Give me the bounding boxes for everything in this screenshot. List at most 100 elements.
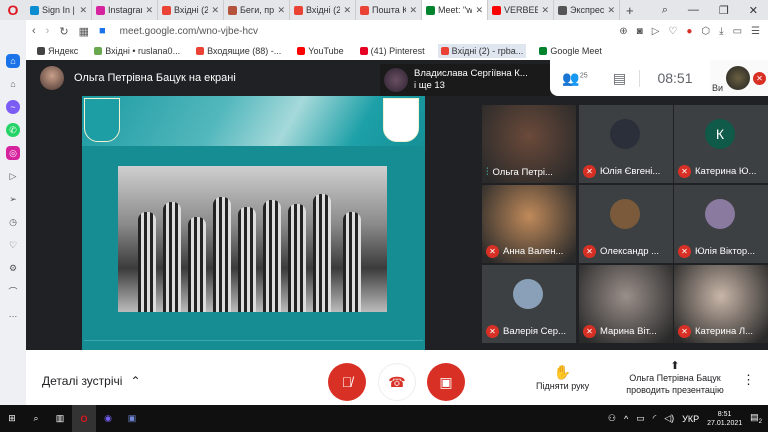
self-view[interactable]: Ви ✕ (710, 60, 768, 96)
browser-tab[interactable]: VERBEE ✕ (488, 0, 554, 20)
browser-tab[interactable]: Meet: "w ✕ (422, 0, 488, 20)
mic-off-icon: ✕ (753, 71, 767, 85)
tray-expand-icon[interactable]: ^ (624, 414, 628, 424)
close-button[interactable]: ✕ (749, 4, 758, 17)
pinned-participant[interactable]: Владислава Сергіївна К... і ще 13 (380, 64, 550, 96)
bookmark-item[interactable]: Google Meet (536, 44, 605, 58)
back-icon[interactable]: ‹ (32, 25, 36, 37)
download-icon[interactable]: ⤓ (719, 26, 723, 37)
browser-tab[interactable]: Пошта К ✕ (356, 0, 422, 20)
pinned-more: і ще 13 (414, 80, 445, 91)
browser-tab[interactable]: Экспрес ✕ (554, 0, 620, 20)
chat-button[interactable]: ▤ (600, 69, 640, 87)
participant-avatar: К (705, 119, 735, 149)
participant-tile[interactable]: ✕ Анна Вален... (482, 185, 576, 263)
reload-icon[interactable]: ↻ (59, 25, 68, 38)
extensions-icon[interactable]: ⬡ (701, 26, 710, 37)
participant-tile[interactable]: ✕ Валерія Сер... (482, 265, 576, 343)
clock[interactable]: 8:51 27.01.2021 (707, 410, 742, 428)
participant-name: Юлія Віктор... (695, 246, 756, 257)
bookmark-item[interactable]: Вхідні (2) - rpba... (437, 44, 527, 58)
clock-time: 8:51 (717, 410, 732, 418)
minimize-button[interactable]: — (688, 4, 699, 17)
messenger-icon[interactable]: ~ (6, 100, 20, 114)
maximize-button[interactable]: ❐ (719, 4, 729, 17)
zoom-icon[interactable]: ⊕ (619, 26, 627, 37)
tab-close-icon[interactable]: ✕ (409, 5, 417, 16)
volume-icon[interactable]: ◁) (664, 413, 674, 424)
tab-close-icon[interactable]: ✕ (277, 5, 285, 16)
browser-tab[interactable]: Sign In | ✕ (26, 0, 92, 20)
hang-up-button[interactable]: ☎ (378, 363, 416, 401)
search-icon[interactable]: ⌕ (662, 4, 668, 17)
browser-tab[interactable]: Вхідні (2 ✕ (290, 0, 356, 20)
tab-close-icon[interactable]: ✕ (541, 5, 549, 16)
browser-tab[interactable]: Беги, пр ✕ (224, 0, 290, 20)
participant-tile[interactable]: ✕ Марина Віт... (579, 265, 673, 343)
instagram-icon[interactable]: ◎ (6, 146, 20, 160)
more-options-button[interactable]: ⋮ (742, 372, 755, 388)
discord-taskbar-icon[interactable]: ▣ (120, 405, 144, 432)
bookmark-item[interactable]: Входящие (88) -... (193, 44, 284, 58)
participant-tile[interactable]: ⫶ Ольга Петрі... (482, 105, 576, 183)
notifications-icon[interactable]: ▤2 (750, 412, 762, 425)
heart-icon[interactable]: ♡ (6, 238, 20, 252)
opera-menu-icon[interactable]: O (0, 2, 26, 18)
menu-icon[interactable]: ☰ (751, 26, 760, 37)
pinned-avatar (384, 68, 408, 92)
presenting-button[interactable]: ⬆ Ольга Петрівна Бацук проводить презента… (616, 360, 734, 396)
forward-icon[interactable]: › (46, 25, 50, 37)
snapshot-icon[interactable]: ▭ (733, 26, 742, 37)
tab-favicon-icon (162, 5, 171, 15)
heart-icon[interactable]: ♡ (668, 26, 677, 37)
participant-tile[interactable]: К ✕ Катерина Ю... (674, 105, 768, 183)
notifications-icon[interactable]: ⌒ (6, 284, 20, 298)
participant-tile[interactable]: ✕ Юлія Віктор... (674, 185, 768, 263)
new-tab-button[interactable]: + (620, 3, 640, 18)
people-icon[interactable]: ⚇ (608, 413, 616, 424)
send-icon[interactable]: ➢ (6, 192, 20, 206)
participant-tile[interactable]: ✕ Юлія Євгені... (579, 105, 673, 183)
browser-tab[interactable]: Вхідні (2 ✕ (158, 0, 224, 20)
tab-close-icon[interactable]: ✕ (607, 5, 615, 16)
meeting-details-button[interactable]: Деталі зустрічі ⌃ (42, 374, 141, 388)
bookmark-item[interactable]: (41) Pinterest (357, 44, 428, 58)
speed-dial-icon[interactable]: ▦ (79, 25, 89, 38)
send-icon[interactable]: ▷ (652, 26, 660, 37)
start-button[interactable]: ⊞ (0, 405, 24, 432)
history-icon[interactable]: ◷ (6, 215, 20, 229)
speed-dial-icon[interactable]: ⌂ (6, 77, 20, 91)
home-icon[interactable]: ⌂ (6, 54, 20, 68)
viber-taskbar-icon[interactable]: ◉ (96, 405, 120, 432)
bookmark-item[interactable]: YouTube (294, 44, 346, 58)
participant-tile[interactable]: ✕ Олександр ... (579, 185, 673, 263)
task-view-icon[interactable]: ▥ (48, 405, 72, 432)
tab-title: Sign In | (42, 5, 75, 15)
camera-icon[interactable]: ◙ (637, 26, 643, 37)
browser-tab[interactable]: Instagram✕ (92, 0, 158, 20)
url-input[interactable]: meet.google.com/wno-vjbe-hcv (120, 26, 258, 37)
tab-title: Instagram (108, 5, 142, 15)
adblock-icon[interactable]: ● (686, 26, 692, 37)
mic-off-icon: ✕ (678, 325, 691, 338)
camera-off-button[interactable]: ▣ (427, 363, 465, 401)
language-indicator[interactable]: УКР (682, 414, 699, 424)
more-icon[interactable]: … (6, 307, 20, 321)
player-icon[interactable]: ▷ (6, 169, 20, 183)
tab-close-icon[interactable]: ✕ (211, 5, 219, 16)
tab-close-icon[interactable]: ✕ (79, 5, 87, 16)
participants-button[interactable]: 👥25 (550, 70, 600, 87)
whatsapp-icon[interactable]: ✆ (6, 123, 20, 137)
raise-hand-button[interactable]: ✋ Підняти руку (536, 364, 589, 391)
tab-close-icon[interactable]: ✕ (475, 5, 483, 16)
bookmark-item[interactable]: Вхідні • ruslana0... (91, 44, 183, 58)
tab-favicon-icon (30, 5, 39, 15)
bookmark-item[interactable]: Яндекс (34, 44, 81, 58)
tab-close-icon[interactable]: ✕ (145, 5, 153, 16)
mic-off-button[interactable]: 🎙̸ (328, 363, 366, 401)
tab-close-icon[interactable]: ✕ (343, 5, 351, 16)
search-icon[interactable]: ⌕ (24, 405, 48, 432)
participant-tile[interactable]: ✕ Катерина Л... (674, 265, 768, 343)
settings-icon[interactable]: ⚙ (6, 261, 20, 275)
opera-taskbar-icon[interactable]: O (72, 405, 96, 432)
